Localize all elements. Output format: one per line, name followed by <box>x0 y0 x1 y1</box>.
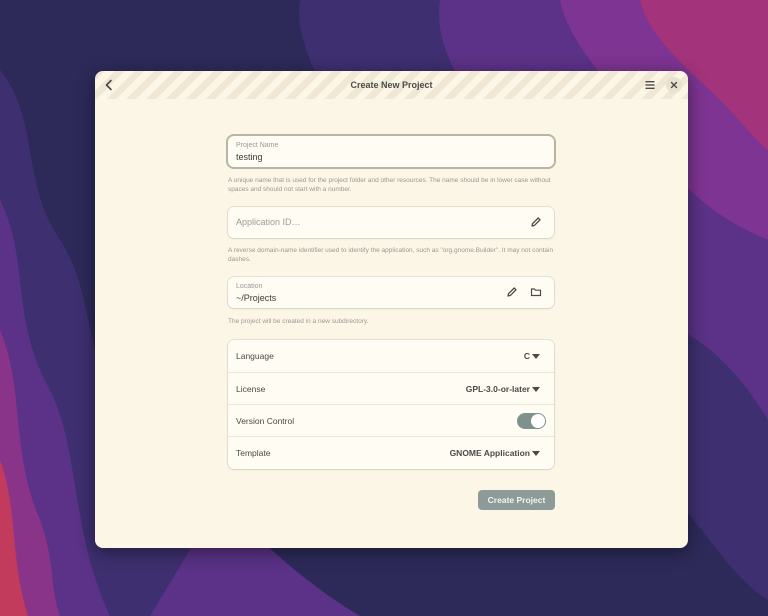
back-button[interactable] <box>102 78 116 92</box>
project-name-hint: A unique name that is used for the proje… <box>228 177 551 193</box>
template-label: Template <box>236 448 271 458</box>
dropdown-arrow-icon <box>532 387 540 392</box>
license-value[interactable]: GPL-3.0-or-later <box>466 384 530 394</box>
version-control-row: Version Control <box>228 404 554 437</box>
template-value[interactable]: GNOME Application <box>450 448 530 458</box>
go-previous-icon <box>105 79 112 91</box>
switch-knob <box>531 414 545 428</box>
application-id-edit-button[interactable] <box>529 215 543 229</box>
window-title: Create New Project <box>350 80 433 90</box>
main-menu-button[interactable] <box>643 78 657 92</box>
location-field[interactable]: Location ~/Projects <box>228 277 554 308</box>
close-button[interactable] <box>666 77 682 93</box>
language-value[interactable]: C <box>524 351 530 361</box>
dropdown-arrow-icon <box>532 451 540 456</box>
location-label: Location <box>236 283 263 290</box>
location-edit-button[interactable] <box>505 285 519 299</box>
template-row[interactable]: Template GNOME Application <box>228 436 554 469</box>
dropdown-arrow-icon <box>532 354 540 359</box>
application-id-field[interactable]: Application ID… <box>228 207 554 238</box>
application-id-hint: A reverse domain-name identifier used to… <box>228 247 554 263</box>
application-id-placeholder[interactable]: Application ID… <box>236 217 301 227</box>
language-row[interactable]: Language C <box>228 340 554 372</box>
hamburger-menu-icon <box>645 81 655 89</box>
create-project-window: Create New Project Project Name testing … <box>95 71 688 548</box>
project-name-field[interactable]: Project Name testing <box>228 136 554 167</box>
location-browse-button[interactable] <box>529 285 543 299</box>
location-hint: The project will be created in a new sub… <box>228 318 369 325</box>
language-label: Language <box>236 351 274 361</box>
project-name-value[interactable]: testing <box>236 152 263 162</box>
version-control-switch[interactable] <box>517 413 546 429</box>
location-value[interactable]: ~/Projects <box>236 293 276 303</box>
pencil-icon <box>531 217 541 227</box>
project-options-list: Language C License GPL-3.0-or-later Vers… <box>228 340 554 469</box>
license-row[interactable]: License GPL-3.0-or-later <box>228 372 554 405</box>
folder-icon <box>530 288 542 297</box>
project-name-label: Project Name <box>236 142 279 149</box>
window-close-icon <box>670 81 678 89</box>
pencil-icon <box>507 287 517 297</box>
license-label: License <box>236 384 266 394</box>
version-control-label: Version Control <box>236 416 295 426</box>
create-project-button[interactable]: Create Project <box>478 490 555 510</box>
